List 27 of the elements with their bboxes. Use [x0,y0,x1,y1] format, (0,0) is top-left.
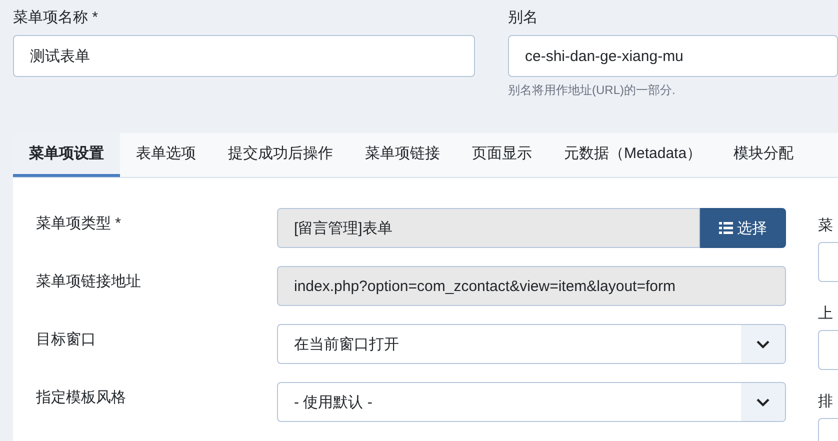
select-dropdown[interactable]: 在当前窗口打开 [277,324,786,364]
list-icon [719,222,733,234]
field-hint: 别名将用作地址(URL)的一部分. [508,82,676,99]
select-button[interactable]: 选择 [700,208,786,248]
chevron-down-icon [756,340,770,348]
chevron-down-icon [756,398,770,406]
field-label: 菜单项类型 * [36,214,122,233]
tab[interactable]: 页面显示 [456,133,548,177]
field-label: 菜单项链接地址 [36,272,142,291]
field-label: 目标窗口 [36,330,97,349]
tab[interactable]: 菜单项链接 [349,133,456,177]
field-label: 菜 [818,216,834,236]
field-label: 指定模板风格 [36,388,127,407]
readonly-field: [留言管理]表单 [277,208,700,248]
field-label: 排 [818,392,834,412]
field-label: 上 [818,304,834,324]
tab[interactable]: 元数据（Metadata） [548,133,718,177]
tab[interactable]: 提交成功后操作 [212,133,349,177]
name-input-field[interactable]: 测试表单 [13,35,475,77]
tab[interactable]: 菜单项设置 [13,133,120,177]
field-label: 菜单项名称 * [13,8,100,28]
select-dropdown[interactable]: - 使用默认 - [277,382,786,422]
tab[interactable]: 模块分配 [718,133,810,177]
readonly-field: index.php?option=com_zcontact&view=item&layout=form [277,266,786,306]
field-label: 别名 [508,8,539,28]
alias-input-field[interactable]: ce-shi-dan-ge-xiang-mu [508,35,838,77]
tab[interactable]: 表单选项 [120,133,212,177]
